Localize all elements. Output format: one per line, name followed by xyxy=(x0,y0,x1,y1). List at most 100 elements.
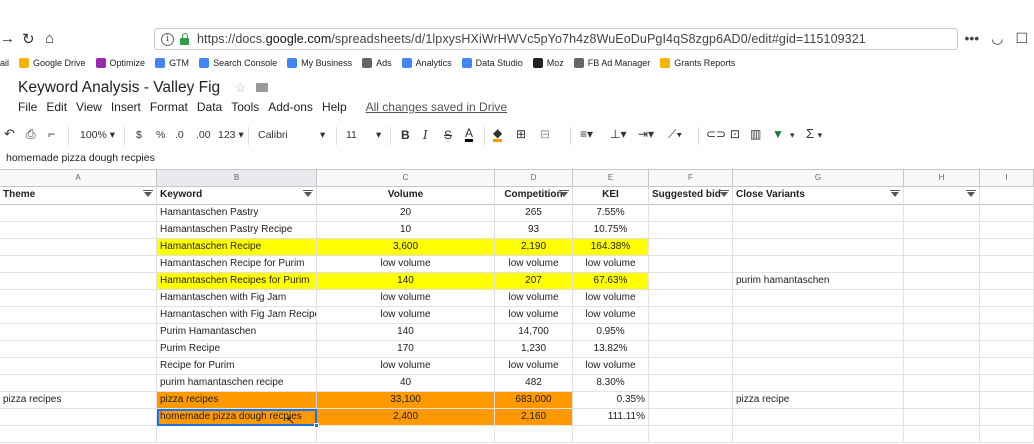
menu-item-format[interactable]: Format xyxy=(150,100,188,114)
header-cell[interactable]: Volume xyxy=(317,187,495,205)
table-cell[interactable] xyxy=(733,324,904,341)
table-cell[interactable]: 1,230 xyxy=(495,341,573,358)
table-cell[interactable]: 3,600 xyxy=(317,239,495,256)
table-cell[interactable] xyxy=(0,205,157,222)
table-cell[interactable] xyxy=(980,239,1034,256)
table-cell[interactable]: 164.38% xyxy=(573,239,649,256)
bookmark-item[interactable]: My Business xyxy=(287,58,352,68)
font-size-select[interactable]: 11 ▾ xyxy=(346,129,386,141)
table-cell[interactable] xyxy=(649,307,733,324)
align-left-icon[interactable]: ≡▾ xyxy=(580,127,593,141)
table-cell[interactable]: 170 xyxy=(317,341,495,358)
table-cell[interactable] xyxy=(733,426,904,443)
table-cell[interactable]: 14,700 xyxy=(495,324,573,341)
table-cell[interactable]: 40 xyxy=(317,375,495,392)
table-cell[interactable] xyxy=(0,324,157,341)
table-cell[interactable] xyxy=(980,375,1034,392)
zoom-select[interactable]: 100% ▾ xyxy=(80,129,115,141)
table-cell[interactable]: 2,190 xyxy=(495,239,573,256)
table-cell[interactable] xyxy=(733,409,904,426)
header-cell[interactable]: Keyword xyxy=(157,187,317,205)
table-cell[interactable] xyxy=(0,222,157,239)
table-cell[interactable]: pizza recipe xyxy=(733,392,904,409)
borders-icon[interactable]: ⊞ xyxy=(516,127,526,141)
increase-decimal-button[interactable]: .00 xyxy=(196,129,211,141)
table-cell[interactable] xyxy=(649,375,733,392)
filter-icon[interactable] xyxy=(559,190,569,197)
bookmark-item[interactable]: Data Studio xyxy=(461,58,523,68)
table-cell[interactable]: 207 xyxy=(495,273,573,290)
currency-button[interactable]: $ xyxy=(136,129,142,141)
table-cell[interactable] xyxy=(904,358,980,375)
table-cell[interactable]: low volume xyxy=(317,256,495,273)
table-cell[interactable]: pizza recipes xyxy=(157,392,317,409)
functions-button[interactable]: Σ ▾ xyxy=(806,126,822,141)
table-cell[interactable] xyxy=(733,290,904,307)
table-cell[interactable]: 8.30% xyxy=(573,375,649,392)
table-cell[interactable] xyxy=(904,392,980,409)
star-icon[interactable]: ☆ xyxy=(234,80,246,95)
table-cell[interactable]: 140 xyxy=(317,273,495,290)
table-cell[interactable]: Hamantaschen Pastry Recipe xyxy=(157,222,317,239)
table-cell[interactable] xyxy=(649,290,733,307)
bookmark-item[interactable]: ail xyxy=(0,58,9,68)
bookmark-item[interactable]: FB Ad Manager xyxy=(573,58,650,68)
more-formats-select[interactable]: 123 ▾ xyxy=(218,129,244,141)
table-cell[interactable] xyxy=(0,307,157,324)
table-cell[interactable]: Hamantaschen Recipe for Purim xyxy=(157,256,317,273)
table-cell[interactable]: 2,400 xyxy=(317,409,495,426)
save-status-link[interactable]: All changes saved in Drive xyxy=(366,100,507,114)
table-cell[interactable] xyxy=(733,375,904,392)
table-cell[interactable] xyxy=(573,426,649,443)
table-cell[interactable]: low volume xyxy=(495,307,573,324)
table-cell[interactable] xyxy=(0,358,157,375)
font-select[interactable]: Calibri ▾ xyxy=(258,129,328,141)
menu-item-data[interactable]: Data xyxy=(197,100,222,114)
table-cell[interactable]: 111.11% xyxy=(573,409,649,426)
table-cell[interactable]: 683,000 xyxy=(495,392,573,409)
bookmark-item[interactable]: Search Console xyxy=(199,58,277,68)
italic-button[interactable]: I xyxy=(423,128,428,142)
print-icon[interactable]: ⎙ xyxy=(26,127,36,142)
table-cell[interactable] xyxy=(904,375,980,392)
table-cell[interactable] xyxy=(649,205,733,222)
table-cell[interactable] xyxy=(980,256,1034,273)
table-cell[interactable] xyxy=(0,426,157,443)
table-cell[interactable]: 10 xyxy=(317,222,495,239)
table-cell[interactable] xyxy=(904,273,980,290)
text-rotation-icon[interactable]: ⟋▾ xyxy=(668,127,682,142)
table-cell[interactable] xyxy=(980,222,1034,239)
table-cell[interactable] xyxy=(733,358,904,375)
table-cell[interactable]: low volume xyxy=(495,290,573,307)
table-cell[interactable]: 13.82% xyxy=(573,341,649,358)
fill-handle[interactable] xyxy=(314,423,319,428)
table-cell[interactable] xyxy=(495,426,573,443)
table-cell[interactable] xyxy=(904,205,980,222)
table-cell[interactable]: 67.63% xyxy=(573,273,649,290)
bookmark-item[interactable]: Analytics xyxy=(401,58,452,68)
table-cell[interactable] xyxy=(980,273,1034,290)
table-cell[interactable] xyxy=(649,358,733,375)
table-cell[interactable]: purim hamantaschen recipe xyxy=(157,375,317,392)
table-cell[interactable]: pizza recipes xyxy=(0,392,157,409)
table-cell[interactable]: low volume xyxy=(573,256,649,273)
document-title[interactable]: Keyword Analysis - Valley Fig xyxy=(18,79,220,96)
table-cell[interactable]: 140 xyxy=(317,324,495,341)
header-cell[interactable]: Theme xyxy=(0,187,157,205)
table-cell[interactable]: 0.35% xyxy=(573,392,649,409)
table-cell[interactable] xyxy=(733,256,904,273)
table-cell[interactable]: low volume xyxy=(573,307,649,324)
comment-icon[interactable]: ⊡ xyxy=(730,127,740,141)
column-header-d[interactable]: D xyxy=(495,170,573,187)
header-cell[interactable]: KEI xyxy=(573,187,649,205)
table-cell[interactable] xyxy=(649,239,733,256)
table-cell[interactable]: low volume xyxy=(317,307,495,324)
table-cell[interactable]: Hamantaschen with Fig Jam xyxy=(157,290,317,307)
column-header-g[interactable]: G xyxy=(733,170,904,187)
table-cell[interactable] xyxy=(980,307,1034,324)
table-cell[interactable] xyxy=(980,358,1034,375)
table-cell[interactable] xyxy=(0,273,157,290)
table-cell[interactable]: low volume xyxy=(573,290,649,307)
table-cell[interactable] xyxy=(980,392,1034,409)
more-actions-icon[interactable]: ••• xyxy=(965,30,980,47)
